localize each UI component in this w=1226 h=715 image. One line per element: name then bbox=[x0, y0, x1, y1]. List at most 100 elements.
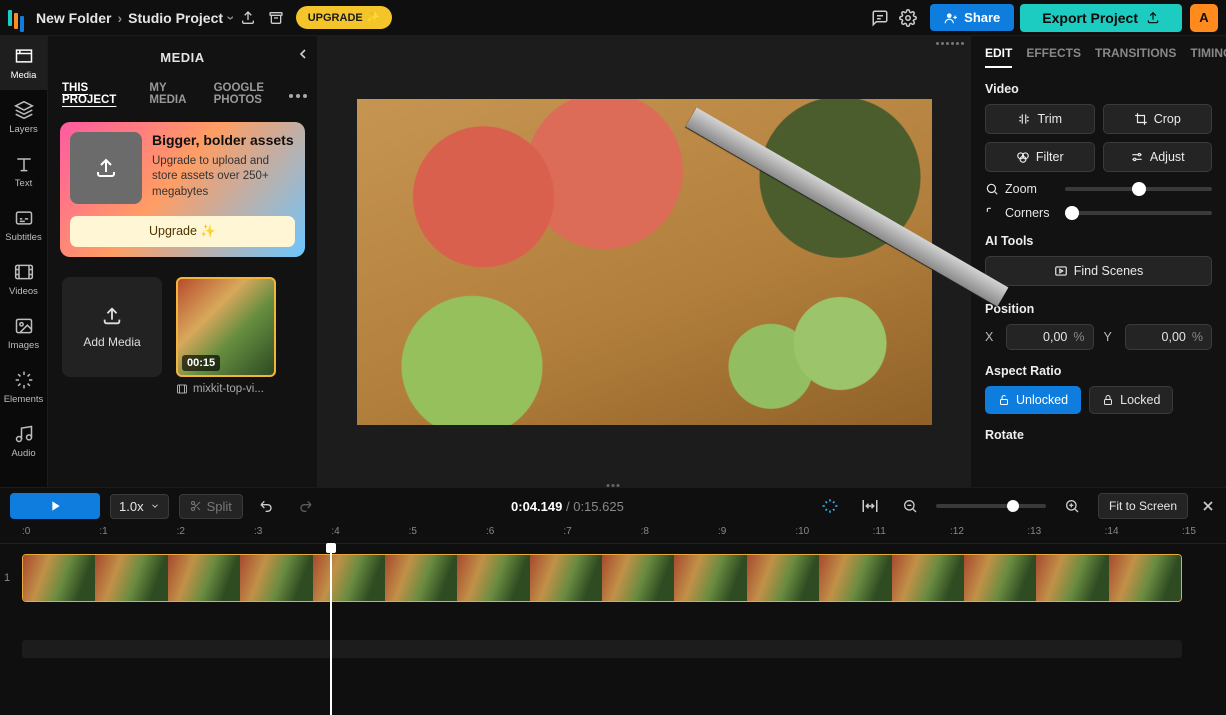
fit-width-icon[interactable] bbox=[856, 492, 884, 520]
pos-x-input[interactable]: 0,00 % bbox=[1006, 324, 1093, 350]
playhead[interactable] bbox=[330, 544, 332, 715]
ai-tools-label: AI Tools bbox=[985, 234, 1212, 248]
avatar-letter: A bbox=[1199, 10, 1208, 25]
split-icon bbox=[190, 500, 202, 512]
pos-y-input[interactable]: 0,00 % bbox=[1125, 324, 1212, 350]
media-tab-my-media[interactable]: MY MEDIA bbox=[149, 82, 199, 106]
crop-button[interactable]: Crop bbox=[1103, 104, 1213, 134]
aspect-unlocked-button[interactable]: Unlocked bbox=[985, 386, 1081, 414]
close-timeline-icon[interactable] bbox=[1200, 498, 1216, 514]
snap-toggle-icon[interactable] bbox=[816, 492, 844, 520]
promo-body: Upgrade to upload and store assets over … bbox=[152, 154, 295, 201]
ruler-tick: :15 bbox=[1182, 526, 1196, 537]
breadcrumb-project[interactable]: Studio Project bbox=[128, 10, 223, 26]
undo-button[interactable] bbox=[253, 492, 281, 520]
timeline-zoom-slider[interactable] bbox=[936, 504, 1046, 508]
drag-handle-icon[interactable] bbox=[936, 42, 964, 45]
add-media-label: Add Media bbox=[83, 335, 140, 349]
film-icon bbox=[176, 383, 188, 395]
trim-button[interactable]: Trim bbox=[985, 104, 1095, 134]
adjust-button[interactable]: Adjust bbox=[1103, 142, 1213, 172]
tab-timing[interactable]: TIMING bbox=[1190, 46, 1226, 68]
tab-effects[interactable]: EFFECTS bbox=[1026, 46, 1081, 68]
tab-edit[interactable]: EDIT bbox=[985, 46, 1012, 68]
breadcrumb-folder[interactable]: New Folder bbox=[36, 10, 111, 26]
promo-title: Bigger, bolder assets bbox=[152, 132, 295, 150]
fit-to-screen-button[interactable]: Fit to Screen bbox=[1098, 493, 1188, 519]
rail-media[interactable]: Media bbox=[0, 36, 47, 90]
chevron-down-icon[interactable]: › bbox=[223, 15, 239, 20]
rail-audio-label: Audio bbox=[11, 448, 35, 459]
chevron-right-icon: › bbox=[117, 10, 122, 26]
lock-icon bbox=[1102, 394, 1114, 406]
aspect-locked-button[interactable]: Locked bbox=[1089, 386, 1173, 414]
share-label: Share bbox=[964, 10, 1000, 25]
zoom-icon bbox=[985, 182, 999, 196]
rail-text-label: Text bbox=[15, 178, 32, 189]
media-clip-item[interactable]: 00:15 mixkit-top-vi... bbox=[176, 277, 276, 395]
comment-icon[interactable] bbox=[866, 4, 894, 32]
preview-canvas[interactable] bbox=[318, 36, 970, 487]
rail-elements[interactable]: Elements bbox=[0, 360, 47, 414]
split-button[interactable]: Split bbox=[179, 494, 243, 519]
ruler-tick: :2 bbox=[177, 526, 185, 537]
rail-text[interactable]: Text bbox=[0, 144, 47, 198]
promo-upgrade-button[interactable]: Upgrade ✨ bbox=[70, 216, 295, 247]
find-scenes-button[interactable]: Find Scenes bbox=[985, 256, 1212, 286]
rail-layers[interactable]: Layers bbox=[0, 90, 47, 144]
archive-icon[interactable] bbox=[262, 4, 290, 32]
rail-images[interactable]: Images bbox=[0, 306, 47, 360]
crop-icon bbox=[1134, 112, 1148, 126]
breadcrumb[interactable]: New Folder › Studio Project › bbox=[36, 10, 234, 26]
ruler-tick: :13 bbox=[1027, 526, 1041, 537]
video-section-label: Video bbox=[985, 82, 1212, 96]
tab-transitions[interactable]: TRANSITIONS bbox=[1095, 46, 1176, 68]
media-tab-this-project[interactable]: THIS PROJECT bbox=[62, 82, 135, 106]
zoom-slider[interactable] bbox=[1065, 187, 1212, 191]
timeline-ruler[interactable]: :0:1:2:3:4:5:6:7:8:9:10:11:12:13:14:15 bbox=[0, 524, 1226, 544]
upgrade-label: UPGRADE bbox=[308, 12, 363, 24]
more-options-icon[interactable] bbox=[289, 94, 307, 98]
collapse-panel-icon[interactable] bbox=[295, 46, 311, 62]
adjust-icon bbox=[1130, 150, 1144, 164]
ruler-tick: :10 bbox=[795, 526, 809, 537]
position-label: Position bbox=[985, 302, 1212, 316]
user-avatar[interactable]: A bbox=[1190, 4, 1218, 32]
play-button[interactable] bbox=[10, 493, 100, 519]
rail-elements-label: Elements bbox=[4, 394, 44, 405]
timeline-clip[interactable] bbox=[22, 554, 1182, 602]
trim-icon bbox=[1017, 112, 1031, 126]
corners-slider[interactable] bbox=[1065, 211, 1212, 215]
rail-layers-label: Layers bbox=[9, 124, 38, 135]
ruler-tick: :4 bbox=[331, 526, 339, 537]
redo-button[interactable] bbox=[291, 492, 319, 520]
playback-speed-select[interactable]: 1.0x bbox=[110, 494, 169, 519]
share-button[interactable]: Share bbox=[930, 4, 1014, 31]
zoom-out-icon[interactable] bbox=[896, 492, 924, 520]
zoom-in-icon[interactable] bbox=[1058, 492, 1086, 520]
upgrade-button[interactable]: UPGRADE ✨ bbox=[296, 6, 393, 29]
ruler-tick: :6 bbox=[486, 526, 494, 537]
video-frame[interactable] bbox=[357, 99, 932, 425]
filter-icon bbox=[1016, 150, 1030, 164]
upload-icon bbox=[101, 305, 123, 327]
export-project-button[interactable]: Export Project bbox=[1020, 4, 1182, 32]
add-media-button[interactable]: Add Media bbox=[62, 277, 162, 377]
empty-track[interactable] bbox=[22, 640, 1182, 658]
app-logo[interactable] bbox=[8, 10, 24, 26]
rail-images-label: Images bbox=[8, 340, 39, 351]
pos-y-label: Y bbox=[1104, 330, 1115, 344]
ruler-tick: :3 bbox=[254, 526, 262, 537]
rail-subtitles-label: Subtitles bbox=[5, 232, 41, 243]
media-panel-title: MEDIA bbox=[48, 36, 317, 78]
ruler-tick: :14 bbox=[1105, 526, 1119, 537]
settings-gear-icon[interactable] bbox=[894, 4, 922, 32]
rail-videos[interactable]: Videos bbox=[0, 252, 47, 306]
corners-icon bbox=[985, 206, 999, 220]
rail-audio[interactable]: Audio bbox=[0, 414, 47, 468]
rail-subtitles[interactable]: Subtitles bbox=[0, 198, 47, 252]
ruler-tick: :9 bbox=[718, 526, 726, 537]
unlock-icon bbox=[998, 394, 1010, 406]
resize-handle-icon[interactable] bbox=[607, 484, 620, 487]
filter-button[interactable]: Filter bbox=[985, 142, 1095, 172]
